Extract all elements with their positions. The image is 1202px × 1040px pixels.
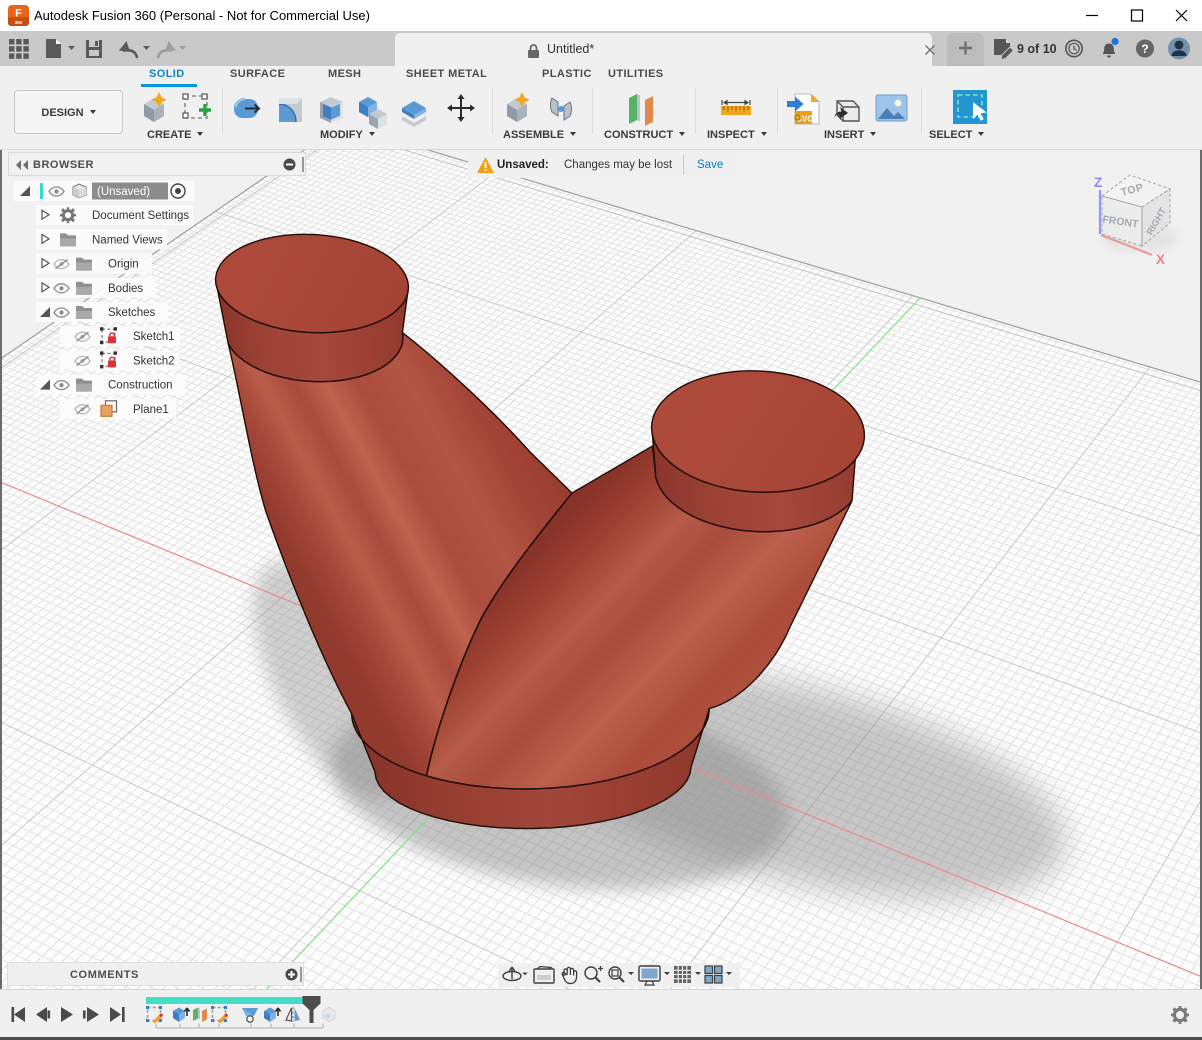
svg-text:X: X xyxy=(1156,252,1165,267)
svg-text:Named Views: Named Views xyxy=(92,234,163,246)
svg-text:Construction: Construction xyxy=(108,380,173,392)
svg-text:Plane1: Plane1 xyxy=(133,404,169,416)
svg-text:Bodies: Bodies xyxy=(108,283,143,295)
svg-text:Sketch2: Sketch2 xyxy=(133,355,175,367)
svg-text:Origin: Origin xyxy=(108,259,139,271)
svg-text:?: ? xyxy=(1141,42,1148,56)
svg-text:360: 360 xyxy=(15,20,23,25)
svg-text:9 of 10: 9 of 10 xyxy=(1017,42,1057,56)
svg-text:Document Settings: Document Settings xyxy=(92,210,189,222)
svg-text:Sketch1: Sketch1 xyxy=(133,331,175,343)
svg-text:Sketches: Sketches xyxy=(108,307,156,319)
svg-text:(Unsaved): (Unsaved) xyxy=(97,186,150,198)
svg-text:F: F xyxy=(15,8,22,20)
svg-text:Z: Z xyxy=(1094,175,1102,190)
